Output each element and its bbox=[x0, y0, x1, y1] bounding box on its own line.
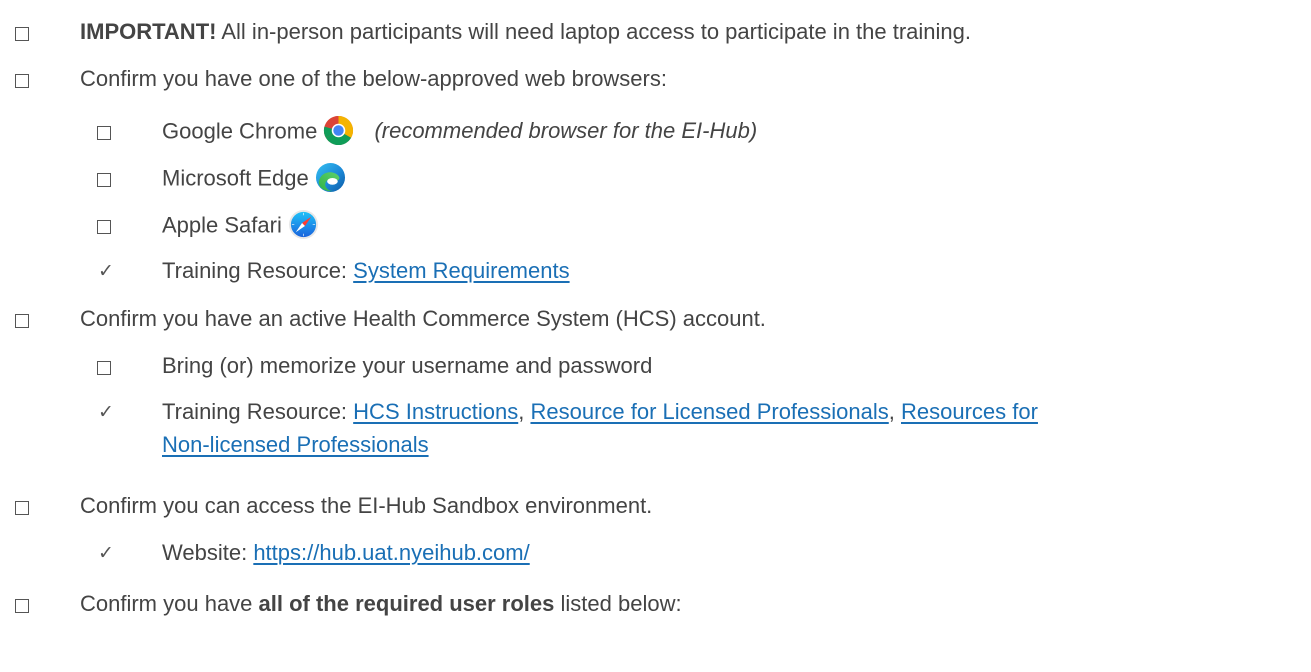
sandbox-text: Confirm you can access the EI-Hub Sandbo… bbox=[80, 493, 653, 518]
checkbox[interactable] bbox=[15, 314, 29, 328]
roles-bold: all of the required user roles bbox=[258, 591, 555, 616]
checkbox[interactable] bbox=[97, 126, 111, 140]
hcs-instructions-link[interactable]: HCS Instructions bbox=[353, 399, 518, 424]
checkmark-icon: ✓ bbox=[98, 401, 114, 423]
chrome-icon bbox=[323, 115, 354, 146]
checkmark-icon: ✓ bbox=[98, 542, 114, 564]
checkbox[interactable] bbox=[15, 599, 29, 613]
safari-label: Apple Safari bbox=[162, 212, 282, 238]
chrome-label: Google Chrome bbox=[162, 118, 318, 144]
system-requirements-link[interactable]: System Requirements bbox=[353, 258, 569, 283]
non-licensed-professionals-link-cont[interactable]: Non-licensed Professionals bbox=[162, 432, 429, 457]
important-text: All in-person participants will need lap… bbox=[216, 19, 971, 44]
checkbox[interactable] bbox=[97, 173, 111, 187]
safari-icon bbox=[288, 209, 319, 240]
resource-prefix: Training Resource: bbox=[162, 258, 354, 283]
bring-text: Bring (or) memorize your username and pa… bbox=[162, 353, 653, 378]
browsers-text: Confirm you have one of the below-approv… bbox=[80, 66, 667, 91]
checkbox[interactable] bbox=[15, 501, 29, 515]
non-licensed-professionals-link[interactable]: Resources for bbox=[901, 399, 1038, 424]
important-label: IMPORTANT! bbox=[80, 19, 217, 44]
roles-post: listed below: bbox=[554, 591, 682, 616]
separator: , bbox=[888, 399, 901, 424]
roles-pre: Confirm you have bbox=[80, 591, 259, 616]
hcs-text: Confirm you have an active Health Commer… bbox=[80, 306, 766, 331]
checkbox[interactable] bbox=[97, 220, 111, 234]
checkbox[interactable] bbox=[97, 361, 111, 375]
edge-icon bbox=[315, 162, 346, 193]
separator: , bbox=[518, 399, 531, 424]
chrome-note: (recommended browser for the EI-Hub) bbox=[374, 118, 758, 144]
edge-label: Microsoft Edge bbox=[162, 165, 309, 191]
checkbox[interactable] bbox=[15, 27, 29, 41]
sandbox-website-link[interactable]: https://hub.uat.nyeihub.com/ bbox=[253, 540, 529, 565]
licensed-professionals-link[interactable]: Resource for Licensed Professionals bbox=[530, 399, 888, 424]
website-prefix: Website: bbox=[162, 540, 254, 565]
resource-prefix: Training Resource: bbox=[162, 399, 354, 424]
checkmark-icon: ✓ bbox=[98, 260, 114, 282]
checkbox[interactable] bbox=[15, 74, 29, 88]
